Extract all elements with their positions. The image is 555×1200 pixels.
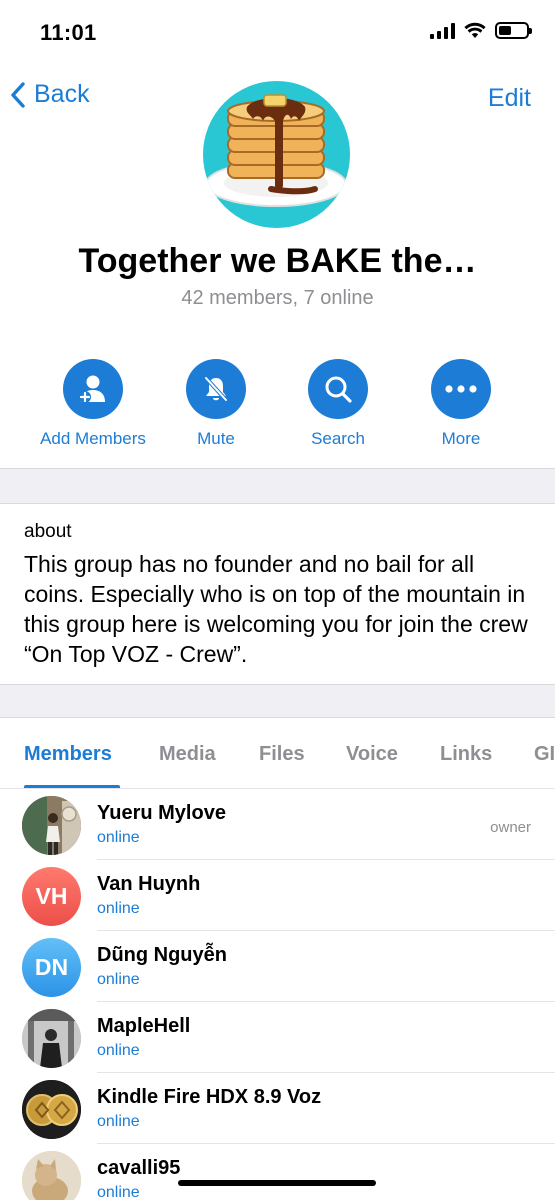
add-members-circle bbox=[63, 359, 123, 419]
search-label: Search bbox=[311, 429, 365, 448]
avatar bbox=[22, 796, 81, 855]
person-photo-icon bbox=[22, 796, 81, 855]
section-divider bbox=[0, 468, 555, 504]
member-status: online bbox=[97, 829, 140, 846]
search-circle bbox=[308, 359, 368, 419]
bell-slash-icon bbox=[204, 376, 228, 402]
chevron-left-icon bbox=[11, 81, 25, 108]
about-section: about This group has no founder and no b… bbox=[24, 521, 539, 669]
avatar-initials: DN bbox=[34, 954, 69, 980]
about-text: This group has no founder and no bail fo… bbox=[24, 551, 528, 667]
status-bar: 11:01 bbox=[0, 0, 555, 66]
tab-media[interactable]: Media bbox=[159, 743, 216, 766]
member-status: online bbox=[97, 1113, 140, 1130]
section-divider bbox=[0, 684, 555, 718]
back-label: Back bbox=[34, 80, 90, 108]
tab-files[interactable]: Files bbox=[259, 743, 305, 766]
group-member-count: 42 members, 7 online bbox=[181, 287, 374, 309]
member-status: online bbox=[97, 971, 140, 988]
member-name: cavalli95 bbox=[97, 1157, 181, 1179]
member-name: MapleHell bbox=[97, 1015, 191, 1037]
member-status: online bbox=[97, 1184, 140, 1200]
member-name: Kindle Fire HDX 8.9 Voz bbox=[97, 1086, 322, 1108]
pancakes-icon bbox=[205, 94, 347, 207]
group-title: Together we BAKE the… bbox=[78, 242, 477, 280]
search-icon bbox=[325, 376, 352, 403]
member-role-badge: owner bbox=[490, 819, 531, 836]
avatar bbox=[22, 1009, 81, 1068]
group-avatar[interactable] bbox=[203, 81, 350, 228]
mute-label: Mute bbox=[197, 429, 235, 448]
about-label: about bbox=[24, 521, 72, 542]
tab-members[interactable]: Members bbox=[24, 743, 112, 766]
avatar: DN bbox=[22, 938, 81, 997]
tab-links[interactable]: Links bbox=[440, 743, 492, 766]
member-status: online bbox=[97, 900, 140, 917]
member-status: online bbox=[97, 1042, 140, 1059]
more-icon bbox=[445, 385, 477, 393]
coins-photo-icon bbox=[22, 1080, 81, 1139]
avatar bbox=[22, 1151, 81, 1200]
member-name: Van Huynh bbox=[97, 873, 201, 895]
status-icons bbox=[430, 22, 532, 39]
list-item[interactable]: DN Dũng Nguyễn online bbox=[0, 931, 555, 1002]
back-button[interactable]: Back bbox=[10, 80, 90, 109]
tab-gifs[interactable]: GI bbox=[534, 743, 555, 766]
more-circle bbox=[431, 359, 491, 419]
cat-photo-icon bbox=[22, 1151, 81, 1200]
add-members-label: Add Members bbox=[40, 429, 146, 448]
status-time: 11:01 bbox=[40, 20, 97, 45]
person-photo-icon bbox=[22, 1009, 81, 1068]
list-item[interactable]: Yueru Mylove online owner bbox=[0, 789, 555, 860]
list-item[interactable]: Kindle Fire HDX 8.9 Voz online bbox=[0, 1073, 555, 1144]
avatar-initials: VH bbox=[35, 883, 68, 909]
edit-button[interactable]: Edit bbox=[488, 84, 531, 113]
home-indicator bbox=[178, 1180, 376, 1186]
list-item[interactable]: MapleHell online bbox=[0, 1002, 555, 1073]
avatar: VH bbox=[22, 867, 81, 926]
mute-circle bbox=[186, 359, 246, 419]
tab-voice[interactable]: Voice bbox=[346, 743, 398, 766]
members-list: Yueru Mylove online owner VH Van Huynh o… bbox=[0, 789, 555, 1200]
cellular-signal-icon bbox=[430, 22, 455, 39]
member-name: Dũng Nguyễn bbox=[97, 944, 227, 966]
member-name: Yueru Mylove bbox=[97, 802, 226, 824]
more-button[interactable]: More bbox=[386, 359, 536, 449]
avatar bbox=[22, 1080, 81, 1139]
list-item[interactable]: VH Van Huynh online bbox=[0, 860, 555, 931]
list-item[interactable]: cavalli95 online bbox=[0, 1144, 555, 1200]
battery-icon bbox=[495, 22, 532, 39]
media-tabs: Members Media Files Voice Links GI bbox=[0, 719, 555, 789]
add-member-icon bbox=[79, 375, 105, 403]
wifi-icon bbox=[464, 22, 486, 38]
more-label: More bbox=[441, 429, 481, 448]
action-buttons: Add Members Mute Search More bbox=[0, 359, 555, 459]
